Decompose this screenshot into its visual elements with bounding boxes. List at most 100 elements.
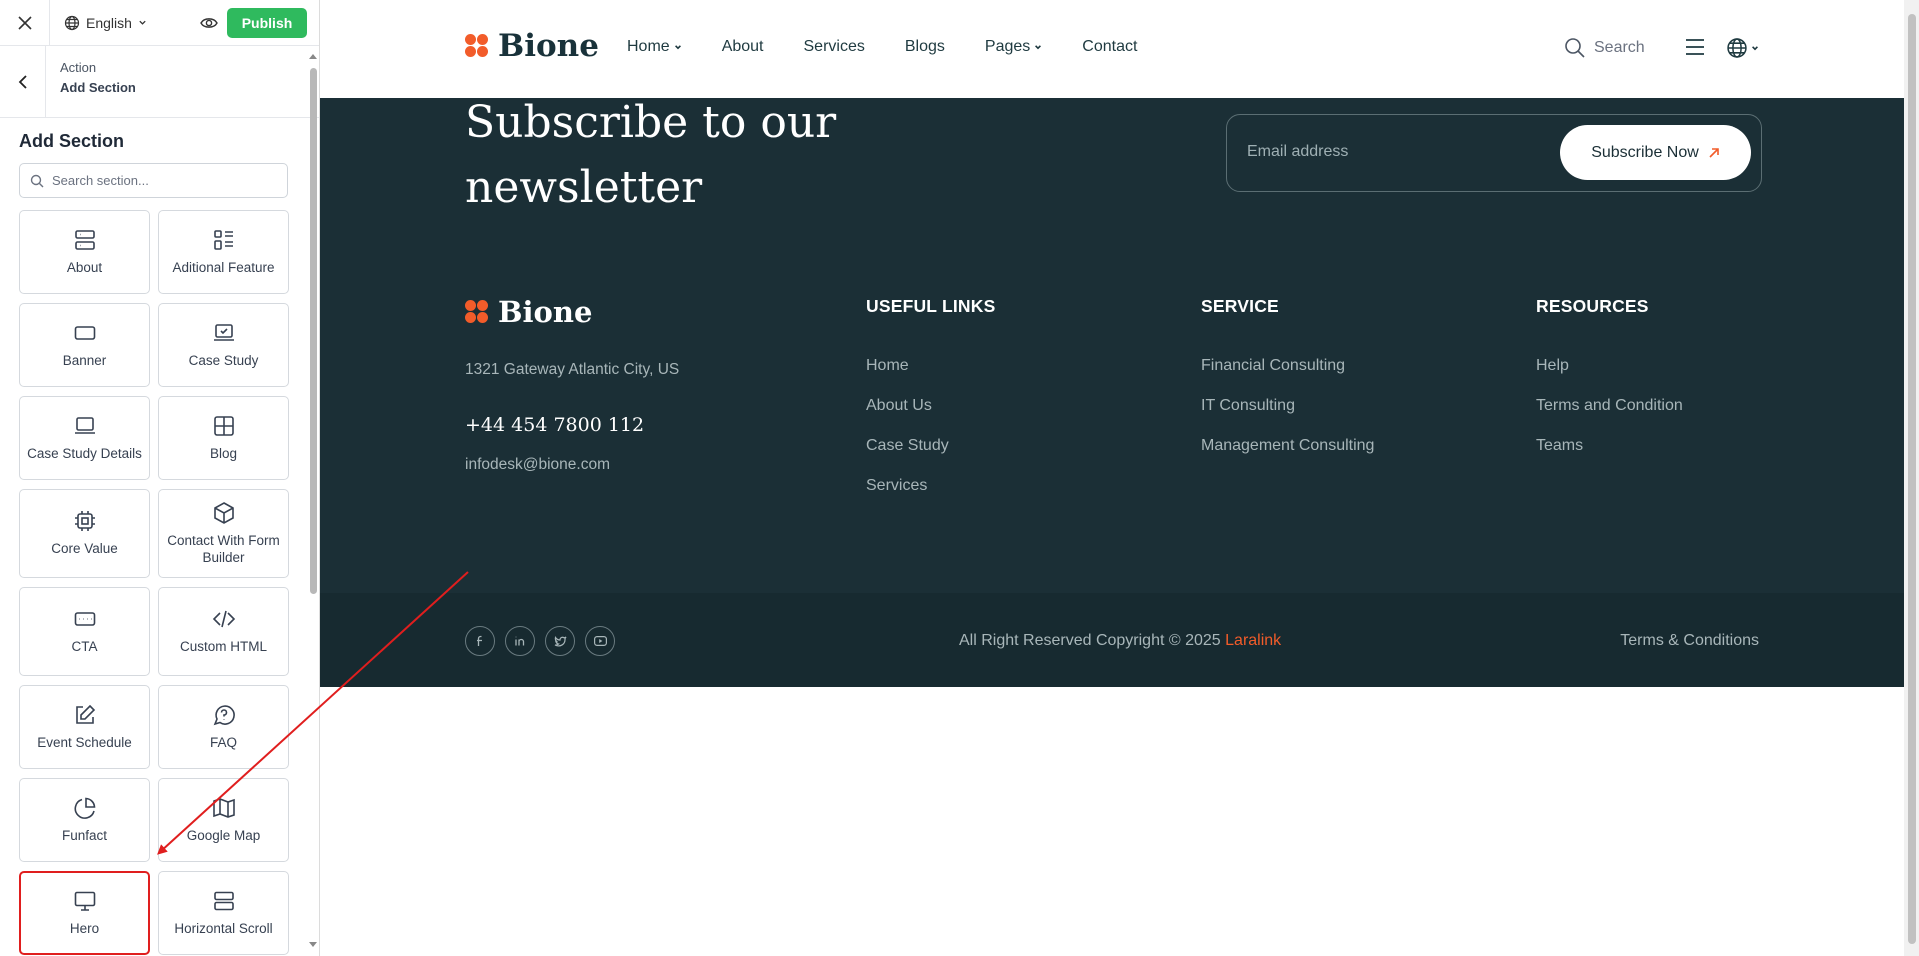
footer-column-service: SERVICE Financial Consulting IT Consulti…	[1201, 296, 1374, 477]
tile-horizontal-scroll[interactable]: Horizontal Scroll	[158, 871, 289, 955]
map-icon	[212, 797, 235, 818]
newsletter-title: Subscribe to our newsletter	[465, 90, 836, 220]
footer-link[interactable]: Financial Consulting	[1201, 357, 1374, 397]
tile-custom-html[interactable]: Custom HTML	[158, 587, 289, 676]
footer-link[interactable]: Terms and Condition	[1536, 397, 1683, 437]
search-label: Search	[1594, 39, 1645, 56]
globe-icon	[1727, 38, 1747, 58]
logo-text: Bione	[498, 295, 593, 329]
copyright-prefix: All Right Reserved Copyright © 2025	[959, 632, 1226, 649]
footer-link[interactable]: Case Study	[866, 437, 995, 477]
terms-link[interactable]: Terms & Conditions	[1620, 632, 1759, 650]
footer-link[interactable]: Management Consulting	[1201, 437, 1374, 477]
search-icon	[1565, 38, 1585, 58]
monitor-icon	[74, 891, 95, 911]
tile-label: Case Study Details	[27, 445, 142, 461]
tile-about[interactable]: About	[19, 210, 150, 294]
tile-google-map[interactable]: Google Map	[158, 778, 289, 862]
youtube-link[interactable]	[585, 626, 615, 656]
tile-label: Case Study	[188, 352, 259, 368]
nav-item-home[interactable]: Home	[627, 38, 682, 56]
tile-label: CTA	[71, 639, 98, 655]
tile-event-schedule[interactable]: Event Schedule	[19, 685, 150, 769]
social-links	[465, 626, 615, 656]
back-button[interactable]	[0, 46, 46, 117]
main-nav: Home About Services Blogs Pages Contact	[627, 38, 1137, 56]
footer-logo[interactable]: Bione	[465, 295, 592, 329]
nav-item-pages[interactable]: Pages	[985, 38, 1042, 56]
section-tile-grid: About Aditional Feature Banner Case Stud…	[19, 210, 289, 955]
tile-label: Hero	[69, 920, 100, 936]
tile-faq[interactable]: FAQ	[158, 685, 289, 769]
linkedin-link[interactable]	[505, 626, 535, 656]
publish-button[interactable]: Publish	[227, 7, 307, 38]
newsletter-email-input[interactable]	[1247, 143, 1547, 161]
preview-button[interactable]	[191, 16, 227, 30]
tile-cta[interactable]: CTA	[19, 587, 150, 676]
tile-label: Contact With Form Builder	[167, 532, 280, 565]
subscribe-button[interactable]: Subscribe Now	[1560, 125, 1751, 180]
rows-icon	[213, 891, 234, 910]
grid-icon	[213, 415, 234, 436]
twitter-link[interactable]	[545, 626, 575, 656]
language-label: English	[86, 14, 132, 31]
column-title: USEFUL LINKS	[866, 296, 996, 316]
section-search-input[interactable]	[52, 173, 272, 188]
eye-icon	[200, 17, 218, 28]
chevron-left-icon	[18, 74, 27, 89]
nav-item-services[interactable]: Services	[804, 38, 865, 56]
site-footer: Subscribe to our newsletter Subscribe No…	[320, 97, 1904, 687]
scroll-down-arrow[interactable]	[309, 942, 317, 947]
site-language-selector[interactable]	[1726, 37, 1759, 59]
tile-contact-with-form-builder[interactable]: Contact With Form Builder	[158, 489, 289, 578]
footer-link[interactable]: Home	[866, 357, 995, 397]
nav-item-about[interactable]: About	[722, 38, 764, 56]
tile-funfact[interactable]: Funfact	[19, 778, 150, 862]
scrollbar-thumb[interactable]	[310, 68, 317, 594]
footer-link[interactable]: Services	[866, 477, 995, 517]
nav-item-blogs[interactable]: Blogs	[905, 38, 945, 56]
footer-link[interactable]: About Us	[866, 397, 995, 437]
section-search[interactable]	[19, 163, 288, 198]
scroll-up-arrow[interactable]	[309, 54, 317, 59]
tile-aditional-feature[interactable]: Aditional Feature	[158, 210, 289, 294]
tile-case-study-details[interactable]: Case Study Details	[19, 396, 150, 480]
newsletter-title-line1: Subscribe to our	[465, 97, 837, 148]
tile-case-study[interactable]: Case Study	[158, 303, 289, 387]
language-selector[interactable]: English	[50, 15, 191, 31]
site-search[interactable]: Search	[1564, 37, 1645, 59]
tile-core-value[interactable]: Core Value	[19, 489, 150, 578]
tile-banner[interactable]: Banner	[19, 303, 150, 387]
keyboard-icon	[74, 612, 95, 626]
page-scrollbar[interactable]	[1904, 0, 1919, 956]
close-button[interactable]	[0, 0, 50, 46]
close-icon	[17, 15, 32, 30]
nav-item-contact[interactable]: Contact	[1082, 38, 1137, 56]
footer-link[interactable]: IT Consulting	[1201, 397, 1374, 437]
editor-sidebar: English Publish Action Add Section Add S…	[0, 0, 320, 956]
code-icon	[212, 610, 235, 628]
column-title: SERVICE	[1201, 296, 1279, 316]
tile-hero[interactable]: Hero	[19, 871, 150, 955]
page-scrollbar-thumb[interactable]	[1908, 14, 1916, 944]
site-header: Bione Home About Services Blogs Pages Co…	[320, 0, 1904, 98]
tile-label: Core Value	[51, 541, 118, 557]
footer-link[interactable]: Help	[1536, 357, 1683, 397]
facebook-link[interactable]	[465, 626, 495, 656]
footer-phone[interactable]: +44 454 7800 112	[465, 414, 644, 436]
footer-link[interactable]: Teams	[1536, 437, 1683, 477]
panel-title: Add Section	[19, 131, 125, 151]
tile-blog[interactable]: Blog	[158, 396, 289, 480]
footer-email[interactable]: infodesk@bione.com	[465, 456, 610, 474]
linkedin-icon	[515, 636, 525, 646]
menu-button[interactable]	[1685, 38, 1705, 61]
edit-icon	[75, 704, 95, 724]
copyright-brand-link[interactable]: Laralink	[1225, 632, 1281, 649]
site-logo[interactable]: Bione	[465, 28, 599, 64]
footer-address: 1321 Gateway Atlantic City, US	[465, 361, 680, 378]
panel-scrollbar[interactable]	[308, 50, 318, 950]
server-icon	[74, 229, 95, 250]
newsletter-form: Subscribe Now	[1226, 114, 1762, 192]
footer-column-resources: RESOURCES Help Terms and Condition Teams	[1536, 296, 1683, 477]
globe-icon	[64, 15, 80, 30]
